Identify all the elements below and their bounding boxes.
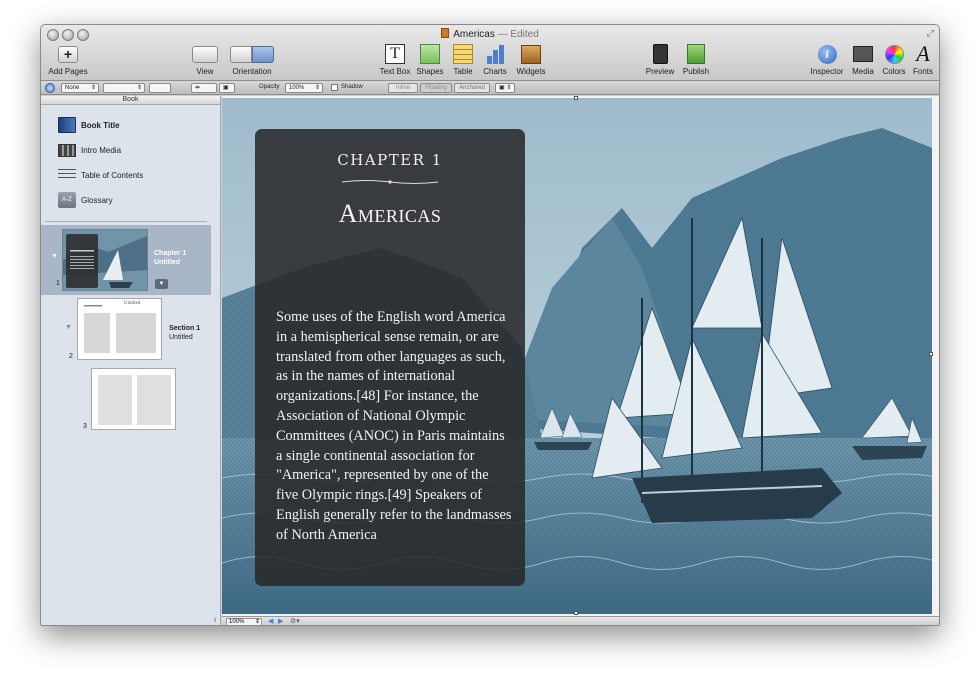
az-icon: A-Z bbox=[58, 192, 76, 208]
document-icon bbox=[441, 28, 450, 38]
chapter-title[interactable]: Americas bbox=[255, 199, 525, 229]
shadow-label: Shadow bbox=[341, 84, 363, 90]
section-1-thumbnail[interactable]: Untitled bbox=[77, 298, 162, 360]
view-button[interactable]: View bbox=[187, 43, 223, 76]
inline-button[interactable]: Inline bbox=[388, 83, 418, 93]
selection-handle[interactable] bbox=[929, 352, 933, 356]
book-icon bbox=[58, 117, 76, 133]
shapes-button[interactable]: Shapes bbox=[415, 43, 445, 76]
ipad-icon bbox=[652, 44, 668, 64]
fonts-button[interactable]: A Fonts bbox=[909, 41, 937, 77]
page-number: 1 bbox=[56, 280, 60, 287]
chapter-1-row[interactable]: ▼ 1 Chapter 1 Untitled ▼ bbox=[41, 225, 211, 295]
film-icon bbox=[58, 143, 76, 157]
previous-page-icon[interactable]: ◀ bbox=[268, 617, 273, 625]
add-pages-button[interactable]: + Add Pages bbox=[47, 43, 89, 76]
media-button[interactable]: Media bbox=[849, 43, 877, 76]
fonts-icon: A bbox=[916, 41, 930, 66]
stroke-select[interactable]: ⇕ bbox=[103, 83, 145, 93]
list-icon bbox=[58, 169, 76, 181]
app-window: Americas — Edited ⤢ + Add Pages View Ori… bbox=[40, 24, 940, 626]
opacity-field[interactable]: 100% ⇕ bbox=[285, 83, 323, 93]
info-icon: i bbox=[817, 44, 837, 64]
wrap-button[interactable]: ⇹ bbox=[191, 83, 217, 93]
split-handle-icon[interactable]: ‖ bbox=[214, 618, 216, 624]
preview-button[interactable]: Preview bbox=[643, 43, 677, 76]
sidebar-divider bbox=[45, 221, 207, 222]
chapter-body-text[interactable]: Some uses of the English word America in… bbox=[276, 308, 512, 546]
gear-icon[interactable]: ⚙▾ bbox=[290, 617, 300, 625]
portrait-icon[interactable] bbox=[230, 45, 252, 63]
view-icon bbox=[192, 45, 218, 63]
inspector-button[interactable]: i Inspector bbox=[807, 43, 847, 76]
fullscreen-icon[interactable]: ⤢ bbox=[927, 28, 934, 39]
sidebar-item-book-title[interactable]: Book Title bbox=[58, 116, 120, 134]
plus-icon: + bbox=[58, 45, 78, 63]
next-page-icon[interactable]: ▶ bbox=[278, 617, 283, 625]
publish-icon bbox=[687, 44, 705, 64]
orientation-control[interactable]: Orientation bbox=[227, 43, 277, 76]
media-icon bbox=[853, 46, 873, 62]
charts-icon bbox=[486, 44, 504, 64]
toolbar: Americas — Edited ⤢ + Add Pages View Ori… bbox=[41, 25, 939, 81]
style-select[interactable]: None ⇕ bbox=[61, 83, 99, 93]
widgets-button[interactable]: Widgets bbox=[513, 43, 549, 76]
page-number: 2 bbox=[69, 353, 73, 360]
colors-button[interactable]: Colors bbox=[879, 43, 909, 76]
disclosure-triangle-icon[interactable]: ▼ bbox=[51, 253, 58, 260]
selection-handle[interactable] bbox=[574, 96, 578, 100]
chapter-page[interactable]: CHAPTER 1 Americas Some uses of the Engl… bbox=[222, 98, 932, 614]
page-canvas[interactable]: CHAPTER 1 Americas Some uses of the Engl… bbox=[222, 96, 939, 616]
shadow-checkbox[interactable] bbox=[331, 84, 338, 91]
anchored-button[interactable]: Anchored bbox=[454, 83, 490, 93]
chapter-thumbnail[interactable] bbox=[62, 229, 148, 291]
status-bar: ‖ 100% ⇕ ◀ ▶ ⚙▾ bbox=[214, 616, 939, 625]
table-button[interactable]: Table bbox=[449, 43, 477, 76]
floating-button[interactable]: Floating bbox=[420, 83, 452, 93]
page-3-thumbnail[interactable] bbox=[91, 368, 176, 430]
sidebar-item-glossary[interactable]: A-Z Glossary bbox=[58, 191, 113, 209]
page-number: 3 bbox=[83, 423, 87, 430]
text-box-icon: T bbox=[385, 44, 405, 64]
book-sidebar: Book Book Title Intro Media Table of Con… bbox=[41, 96, 221, 625]
chapter-menu-icon[interactable]: ▼ bbox=[155, 279, 168, 289]
widgets-icon bbox=[521, 44, 541, 64]
color-wheel-icon bbox=[884, 44, 904, 64]
shapes-icon bbox=[420, 44, 440, 64]
publish-button[interactable]: Publish bbox=[679, 43, 713, 76]
charts-button[interactable]: Charts bbox=[479, 43, 511, 76]
section-disclosure-icon[interactable]: ▼ bbox=[65, 324, 72, 331]
sidebar-item-table-of-contents[interactable]: Table of Contents bbox=[58, 166, 143, 184]
sidebar-header: Book bbox=[41, 96, 220, 105]
selection-handle[interactable] bbox=[574, 611, 578, 615]
opacity-label: Opacity bbox=[259, 84, 280, 90]
ornament-divider bbox=[341, 180, 439, 184]
table-icon bbox=[453, 44, 473, 64]
chapter-label[interactable]: CHAPTER 1 bbox=[255, 151, 525, 169]
chapter-label: Chapter 1 Untitled bbox=[154, 250, 187, 266]
format-bar: None ⇕ ⇕ ⇹ ▣ Opacity 100% ⇕ Shadow Inlin… bbox=[41, 81, 939, 95]
landscape-icon[interactable] bbox=[252, 45, 274, 63]
chapter-text-panel[interactable]: CHAPTER 1 Americas Some uses of the Engl… bbox=[255, 129, 525, 586]
window-title: Americas — Edited bbox=[41, 28, 939, 40]
zoom-select[interactable]: 100% ⇕ bbox=[226, 618, 262, 625]
text-box-button[interactable]: T Text Box bbox=[377, 43, 413, 76]
styles-icon[interactable] bbox=[45, 83, 55, 93]
section-label: Section 1 Untitled bbox=[169, 325, 201, 341]
arrange-button[interactable]: ▣ bbox=[219, 83, 235, 93]
arrange-select[interactable]: ▣ ⇕ bbox=[495, 83, 515, 93]
sidebar-item-intro-media[interactable]: Intro Media bbox=[58, 141, 121, 159]
stroke-width-field[interactable] bbox=[149, 83, 171, 93]
